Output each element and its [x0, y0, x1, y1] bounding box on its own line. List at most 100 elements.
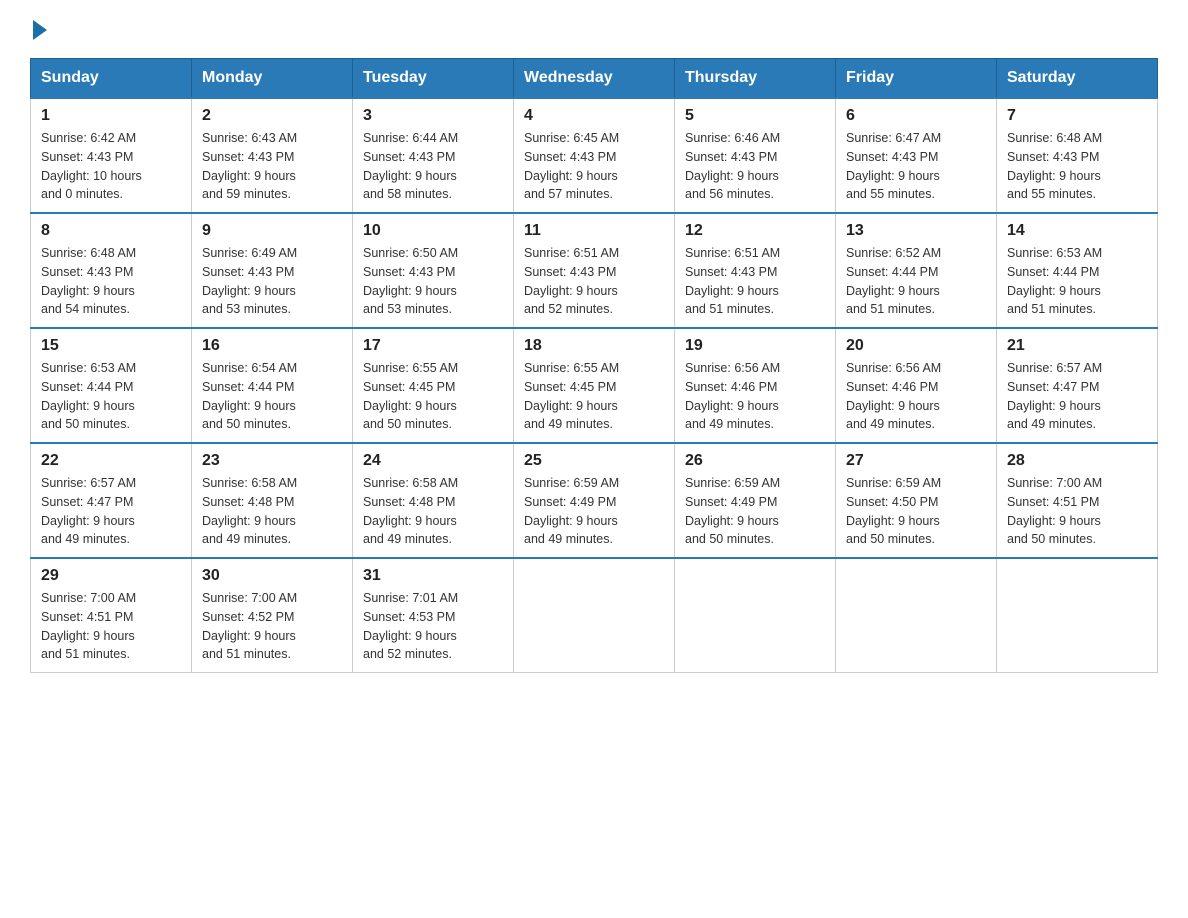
day-number: 29: [41, 567, 181, 585]
day-number: 7: [1007, 107, 1147, 125]
day-header-sunday: Sunday: [31, 59, 192, 99]
calendar-cell: 15 Sunrise: 6:53 AMSunset: 4:44 PMDaylig…: [31, 328, 192, 443]
day-info: Sunrise: 6:56 AMSunset: 4:46 PMDaylight:…: [846, 361, 941, 431]
calendar-cell: 21 Sunrise: 6:57 AMSunset: 4:47 PMDaylig…: [997, 328, 1158, 443]
day-info: Sunrise: 6:48 AMSunset: 4:43 PMDaylight:…: [41, 246, 136, 316]
day-number: 26: [685, 452, 825, 470]
day-number: 19: [685, 337, 825, 355]
page-header: [30, 20, 1158, 40]
day-number: 27: [846, 452, 986, 470]
day-number: 5: [685, 107, 825, 125]
calendar-cell: 31 Sunrise: 7:01 AMSunset: 4:53 PMDaylig…: [353, 558, 514, 673]
calendar-cell: 12 Sunrise: 6:51 AMSunset: 4:43 PMDaylig…: [675, 213, 836, 328]
day-info: Sunrise: 6:57 AMSunset: 4:47 PMDaylight:…: [1007, 361, 1102, 431]
day-number: 11: [524, 222, 664, 240]
day-number: 31: [363, 567, 503, 585]
calendar-cell: 7 Sunrise: 6:48 AMSunset: 4:43 PMDayligh…: [997, 98, 1158, 213]
calendar-cell: 17 Sunrise: 6:55 AMSunset: 4:45 PMDaylig…: [353, 328, 514, 443]
calendar-cell: 4 Sunrise: 6:45 AMSunset: 4:43 PMDayligh…: [514, 98, 675, 213]
calendar-week-row: 15 Sunrise: 6:53 AMSunset: 4:44 PMDaylig…: [31, 328, 1158, 443]
day-number: 22: [41, 452, 181, 470]
day-info: Sunrise: 6:48 AMSunset: 4:43 PMDaylight:…: [1007, 131, 1102, 201]
day-info: Sunrise: 6:56 AMSunset: 4:46 PMDaylight:…: [685, 361, 780, 431]
calendar-cell: 27 Sunrise: 6:59 AMSunset: 4:50 PMDaylig…: [836, 443, 997, 558]
calendar-cell: 13 Sunrise: 6:52 AMSunset: 4:44 PMDaylig…: [836, 213, 997, 328]
day-info: Sunrise: 6:58 AMSunset: 4:48 PMDaylight:…: [202, 476, 297, 546]
calendar-cell: 14 Sunrise: 6:53 AMSunset: 4:44 PMDaylig…: [997, 213, 1158, 328]
day-info: Sunrise: 7:01 AMSunset: 4:53 PMDaylight:…: [363, 591, 458, 661]
calendar-cell: 11 Sunrise: 6:51 AMSunset: 4:43 PMDaylig…: [514, 213, 675, 328]
calendar-cell: 29 Sunrise: 7:00 AMSunset: 4:51 PMDaylig…: [31, 558, 192, 673]
day-info: Sunrise: 6:45 AMSunset: 4:43 PMDaylight:…: [524, 131, 619, 201]
day-number: 10: [363, 222, 503, 240]
calendar-cell: [997, 558, 1158, 673]
day-header-tuesday: Tuesday: [353, 59, 514, 99]
day-number: 12: [685, 222, 825, 240]
day-info: Sunrise: 6:44 AMSunset: 4:43 PMDaylight:…: [363, 131, 458, 201]
day-number: 21: [1007, 337, 1147, 355]
day-number: 28: [1007, 452, 1147, 470]
calendar-cell: 5 Sunrise: 6:46 AMSunset: 4:43 PMDayligh…: [675, 98, 836, 213]
day-number: 16: [202, 337, 342, 355]
day-info: Sunrise: 6:55 AMSunset: 4:45 PMDaylight:…: [363, 361, 458, 431]
calendar-week-row: 8 Sunrise: 6:48 AMSunset: 4:43 PMDayligh…: [31, 213, 1158, 328]
day-info: Sunrise: 6:51 AMSunset: 4:43 PMDaylight:…: [685, 246, 780, 316]
calendar-week-row: 22 Sunrise: 6:57 AMSunset: 4:47 PMDaylig…: [31, 443, 1158, 558]
logo-text: [30, 20, 50, 40]
day-header-wednesday: Wednesday: [514, 59, 675, 99]
day-info: Sunrise: 6:52 AMSunset: 4:44 PMDaylight:…: [846, 246, 941, 316]
day-header-thursday: Thursday: [675, 59, 836, 99]
calendar-cell: 22 Sunrise: 6:57 AMSunset: 4:47 PMDaylig…: [31, 443, 192, 558]
calendar-table: SundayMondayTuesdayWednesdayThursdayFrid…: [30, 58, 1158, 673]
day-number: 6: [846, 107, 986, 125]
day-number: 1: [41, 107, 181, 125]
day-info: Sunrise: 6:55 AMSunset: 4:45 PMDaylight:…: [524, 361, 619, 431]
day-number: 8: [41, 222, 181, 240]
calendar-cell: 26 Sunrise: 6:59 AMSunset: 4:49 PMDaylig…: [675, 443, 836, 558]
calendar-cell: 24 Sunrise: 6:58 AMSunset: 4:48 PMDaylig…: [353, 443, 514, 558]
calendar-cell: 20 Sunrise: 6:56 AMSunset: 4:46 PMDaylig…: [836, 328, 997, 443]
day-header-monday: Monday: [192, 59, 353, 99]
day-number: 24: [363, 452, 503, 470]
calendar-cell: 16 Sunrise: 6:54 AMSunset: 4:44 PMDaylig…: [192, 328, 353, 443]
day-number: 14: [1007, 222, 1147, 240]
day-number: 15: [41, 337, 181, 355]
day-number: 13: [846, 222, 986, 240]
day-info: Sunrise: 6:58 AMSunset: 4:48 PMDaylight:…: [363, 476, 458, 546]
day-info: Sunrise: 6:57 AMSunset: 4:47 PMDaylight:…: [41, 476, 136, 546]
calendar-cell: [836, 558, 997, 673]
calendar-cell: 23 Sunrise: 6:58 AMSunset: 4:48 PMDaylig…: [192, 443, 353, 558]
day-info: Sunrise: 7:00 AMSunset: 4:51 PMDaylight:…: [1007, 476, 1102, 546]
day-info: Sunrise: 6:54 AMSunset: 4:44 PMDaylight:…: [202, 361, 297, 431]
day-info: Sunrise: 7:00 AMSunset: 4:51 PMDaylight:…: [41, 591, 136, 661]
calendar-cell: 18 Sunrise: 6:55 AMSunset: 4:45 PMDaylig…: [514, 328, 675, 443]
day-number: 2: [202, 107, 342, 125]
day-info: Sunrise: 6:50 AMSunset: 4:43 PMDaylight:…: [363, 246, 458, 316]
day-number: 17: [363, 337, 503, 355]
calendar-cell: 2 Sunrise: 6:43 AMSunset: 4:43 PMDayligh…: [192, 98, 353, 213]
calendar-header-row: SundayMondayTuesdayWednesdayThursdayFrid…: [31, 59, 1158, 99]
day-header-saturday: Saturday: [997, 59, 1158, 99]
day-info: Sunrise: 6:43 AMSunset: 4:43 PMDaylight:…: [202, 131, 297, 201]
calendar-cell: 3 Sunrise: 6:44 AMSunset: 4:43 PMDayligh…: [353, 98, 514, 213]
calendar-cell: 1 Sunrise: 6:42 AMSunset: 4:43 PMDayligh…: [31, 98, 192, 213]
day-number: 25: [524, 452, 664, 470]
logo-arrow-icon: [33, 20, 47, 40]
calendar-cell: 19 Sunrise: 6:56 AMSunset: 4:46 PMDaylig…: [675, 328, 836, 443]
day-info: Sunrise: 6:53 AMSunset: 4:44 PMDaylight:…: [41, 361, 136, 431]
calendar-cell: 30 Sunrise: 7:00 AMSunset: 4:52 PMDaylig…: [192, 558, 353, 673]
day-number: 20: [846, 337, 986, 355]
calendar-cell: 28 Sunrise: 7:00 AMSunset: 4:51 PMDaylig…: [997, 443, 1158, 558]
day-info: Sunrise: 6:59 AMSunset: 4:50 PMDaylight:…: [846, 476, 941, 546]
calendar-cell: [514, 558, 675, 673]
day-info: Sunrise: 6:59 AMSunset: 4:49 PMDaylight:…: [685, 476, 780, 546]
day-number: 23: [202, 452, 342, 470]
day-info: Sunrise: 6:53 AMSunset: 4:44 PMDaylight:…: [1007, 246, 1102, 316]
calendar-week-row: 29 Sunrise: 7:00 AMSunset: 4:51 PMDaylig…: [31, 558, 1158, 673]
day-info: Sunrise: 6:59 AMSunset: 4:49 PMDaylight:…: [524, 476, 619, 546]
day-number: 4: [524, 107, 664, 125]
calendar-cell: 25 Sunrise: 6:59 AMSunset: 4:49 PMDaylig…: [514, 443, 675, 558]
day-info: Sunrise: 6:47 AMSunset: 4:43 PMDaylight:…: [846, 131, 941, 201]
calendar-cell: [675, 558, 836, 673]
day-number: 18: [524, 337, 664, 355]
